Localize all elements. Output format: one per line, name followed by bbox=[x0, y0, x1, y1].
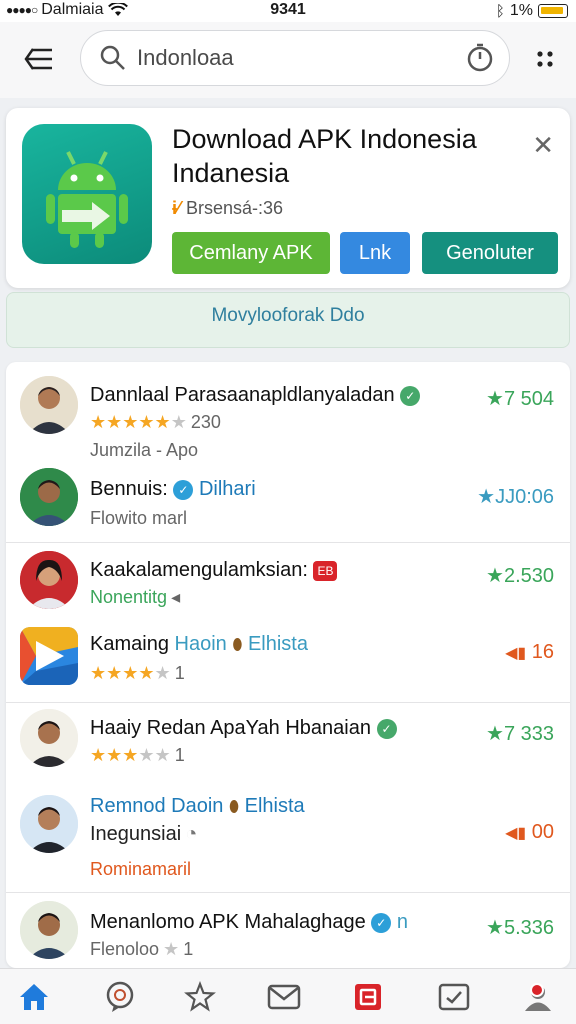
list-item[interactable]: Dannlaal Parasaanapldlanyaladan ✓ ★★★★★★… bbox=[6, 362, 570, 542]
play-app-icon bbox=[20, 627, 78, 685]
search-input[interactable] bbox=[137, 41, 437, 75]
star-icon: ★ bbox=[163, 939, 180, 959]
list-item-value: ★JJ0:06 bbox=[477, 486, 554, 508]
status-right: ᛒ 1% bbox=[496, 2, 568, 20]
featured-meta-text: Brsensá-:36 bbox=[186, 198, 284, 218]
notification-badge bbox=[530, 983, 544, 997]
avatar bbox=[20, 468, 78, 526]
list-item-title: Kaakalamengulamksian: EB bbox=[90, 559, 338, 582]
avatar bbox=[20, 551, 78, 609]
download-apk-button[interactable]: Cemlany APK bbox=[172, 232, 330, 274]
arrow-icon: ◂ bbox=[171, 587, 181, 607]
link-button[interactable]: Lnk bbox=[340, 232, 410, 274]
megaphone-icon: ◀▮ bbox=[505, 825, 527, 842]
bottom-navigation bbox=[0, 968, 576, 1024]
avatar bbox=[20, 709, 78, 767]
checklist-icon bbox=[438, 983, 470, 1011]
timer-icon[interactable] bbox=[465, 43, 495, 73]
news-icon bbox=[355, 984, 381, 1010]
list-item[interactable]: Kaakalamengulamksian: EB Nonentitg ◂ ★2.… bbox=[6, 543, 570, 703]
battery-percent: 1% bbox=[509, 2, 533, 19]
close-icon[interactable]: ✕ bbox=[532, 130, 554, 161]
list-item-rating: ★★★★★★ 230 bbox=[90, 412, 221, 432]
app-list: Dannlaal Parasaanapldlanyaladan ✓ ★★★★★★… bbox=[6, 362, 570, 968]
drop-icon: ⬮ bbox=[232, 637, 243, 654]
verified-icon: ✓ bbox=[400, 385, 421, 406]
status-bar: ●●●●○ Dalmiaia 9341 ᛒ 1% bbox=[0, 0, 576, 22]
list-item-subtitle: Nonentitg ◂ bbox=[90, 587, 181, 607]
list-item-value: ◀▮ 16 bbox=[505, 641, 554, 663]
list-item-subtitle: Flenoloo ★ 1 bbox=[90, 939, 194, 959]
featured-meta: ɨ⁄ Brsensá-:36 bbox=[172, 198, 283, 219]
list-item-subtitle: Inegunsiai ◔ bbox=[90, 823, 198, 845]
list-item-rating: ★★★★★ 1 bbox=[90, 663, 185, 683]
mail-icon bbox=[267, 984, 301, 1010]
list-item[interactable]: Menanlomo APK Mahalaghage ✓ n Flenoloo ★… bbox=[6, 893, 570, 968]
list-item-value: ★5.336 bbox=[486, 917, 554, 939]
avatar bbox=[20, 901, 78, 959]
list-item-title: Remnod Daoin ⬮ Elhista bbox=[90, 795, 305, 817]
search-bar[interactable] bbox=[80, 30, 510, 86]
list-item-title: Kamaing Haoin ⬮ Elhista bbox=[90, 633, 308, 655]
list-item-title: Bennuis: ✓ Dilhari bbox=[90, 478, 256, 500]
nav-news[interactable] bbox=[348, 979, 388, 1015]
verified-icon: ✓ bbox=[376, 718, 397, 739]
list-item-value: ★2.530 bbox=[486, 565, 554, 587]
link-icon: ◔ bbox=[185, 823, 198, 845]
list-item-subtitle: Flowito marl bbox=[90, 508, 188, 528]
nav-tasks[interactable] bbox=[434, 979, 474, 1015]
top-app-bar bbox=[0, 22, 576, 98]
search-icon bbox=[100, 45, 125, 70]
list-item[interactable]: Haaiy Redan ApaYah Hbanaian ✓ ★★★★★ 1 ★7… bbox=[6, 703, 570, 893]
status-time: 9341 bbox=[270, 1, 306, 18]
star-icon bbox=[184, 981, 216, 1012]
list-item-value: ★7 333 bbox=[486, 723, 554, 745]
verified-icon: ✓ bbox=[371, 912, 392, 933]
bluetooth-icon: ᛒ bbox=[495, 2, 505, 20]
list-item-value: ◀▮ 00 bbox=[505, 821, 554, 843]
list-item-value: ★7 504 bbox=[486, 388, 554, 410]
grid-menu-icon[interactable] bbox=[536, 50, 554, 68]
avatar bbox=[20, 376, 78, 434]
battery-icon bbox=[538, 4, 568, 18]
list-item-rating: ★★★★★ 1 bbox=[90, 745, 185, 765]
generator-button[interactable]: Genoluter bbox=[422, 232, 558, 274]
nav-favorites[interactable] bbox=[180, 979, 220, 1015]
list-item-subtitle: Jumzila - Apo bbox=[90, 440, 199, 460]
list-item-subtitle-secondary: Rominamaril bbox=[90, 859, 192, 879]
nav-mail[interactable] bbox=[264, 979, 304, 1015]
promo-banner[interactable]: Movylooforak Ddo bbox=[6, 292, 570, 348]
tag-badge: EB bbox=[313, 560, 338, 581]
banner-text: Movylooforak Ddo bbox=[211, 305, 365, 326]
nav-profile[interactable] bbox=[518, 979, 558, 1015]
list-item-title: Dannlaal Parasaanapldlanyaladan ✓ bbox=[90, 384, 421, 407]
verified-icon: ✓ bbox=[173, 479, 194, 500]
star-rating-icon: ★★★★★ bbox=[90, 663, 171, 683]
list-item-title: Haaiy Redan ApaYah Hbanaian ✓ bbox=[90, 717, 397, 740]
list-item-title: Menanlomo APK Mahalaghage ✓ n bbox=[90, 911, 408, 933]
star-rating-icon: ★★★★★ bbox=[90, 745, 171, 765]
megaphone-icon: ◀▮ bbox=[505, 645, 527, 662]
back-menu-icon[interactable] bbox=[24, 46, 54, 72]
chat-icon bbox=[106, 981, 134, 1012]
home-icon bbox=[20, 984, 48, 1010]
nav-chat[interactable] bbox=[100, 979, 140, 1015]
android-app-icon[interactable] bbox=[22, 124, 152, 264]
featured-app-card: Download APK Indonesia Indanesia ✕ ɨ⁄ Br… bbox=[6, 108, 570, 288]
star-rating-icon: ★★★★★★ bbox=[90, 412, 187, 432]
featured-title: Download APK Indonesia Indanesia bbox=[172, 124, 477, 188]
avatar bbox=[20, 795, 78, 853]
drop-icon: ⬮ bbox=[228, 799, 240, 816]
nav-home[interactable] bbox=[14, 979, 54, 1015]
fire-icon: ɨ⁄ bbox=[172, 198, 181, 218]
